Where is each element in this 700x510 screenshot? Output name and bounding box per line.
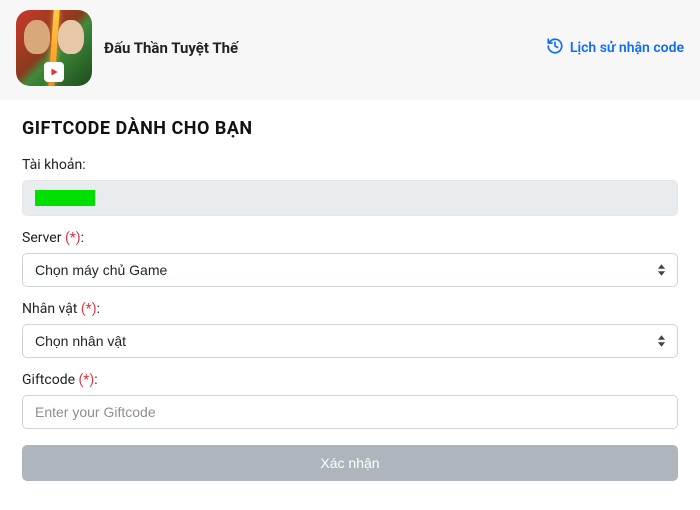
required-mark: (*) [79,372,95,388]
character-label: Nhân vật (*): [22,301,678,317]
game-title: Đấu Thần Tuyệt Thế [104,39,238,57]
character-select[interactable]: Chọn nhân vật [22,324,678,358]
history-link-label: Lịch sử nhận code [570,40,684,56]
play-badge-icon [44,62,64,82]
giftcode-label: Giftcode (*): [22,372,678,388]
giftcode-input[interactable] [22,395,678,429]
header-left: Đấu Thần Tuyệt Thế [16,10,238,86]
section-title: GIFTCODE DÀNH CHO BẠN [22,118,678,139]
account-label: Tài khoản: [22,157,678,173]
server-field: Server (*): Chọn máy chủ Game [22,230,678,287]
account-value-masked [35,190,95,206]
header: Đấu Thần Tuyệt Thế Lịch sử nhận code [0,0,700,100]
character-field: Nhân vật (*): Chọn nhân vật [22,301,678,358]
submit-button[interactable]: Xác nhận [22,445,678,481]
server-label: Server (*): [22,230,678,246]
history-icon [546,37,564,59]
required-mark: (*) [65,230,81,246]
server-select[interactable]: Chọn máy chủ Game [22,253,678,287]
code-history-link[interactable]: Lịch sử nhận code [546,37,684,59]
content: GIFTCODE DÀNH CHO BẠN Tài khoản: Server … [0,100,700,481]
account-field: Tài khoản: [22,157,678,216]
account-input [22,180,678,216]
game-icon [16,10,92,86]
required-mark: (*) [81,301,97,317]
giftcode-field: Giftcode (*): [22,372,678,429]
